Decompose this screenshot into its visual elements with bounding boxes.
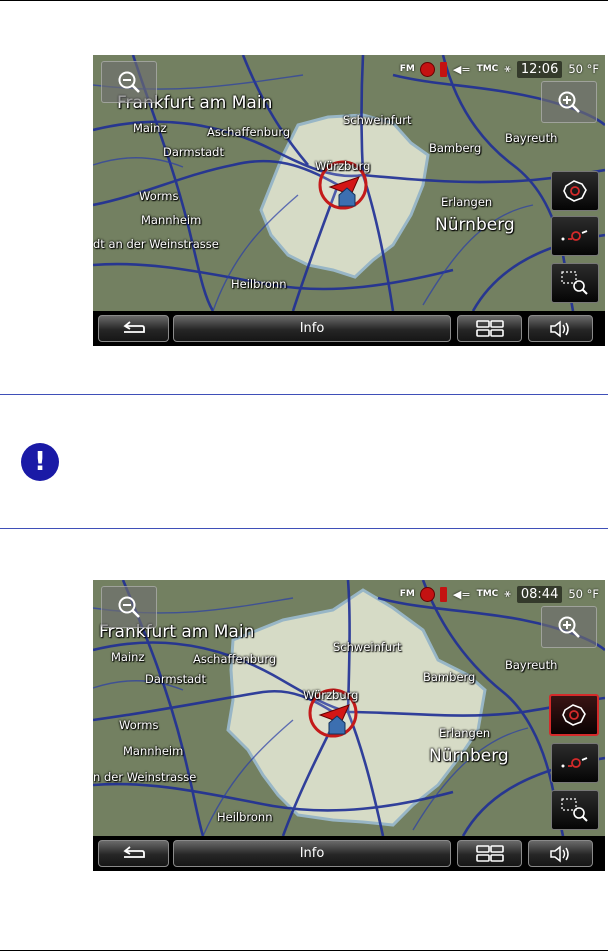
region-view-button[interactable] xyxy=(549,694,599,736)
temperature: 50 °F xyxy=(568,587,599,601)
section-divider-bottom xyxy=(0,528,608,529)
zoom-out-button[interactable] xyxy=(101,586,157,628)
back-arrow-icon xyxy=(123,321,145,333)
grid-menu-icon xyxy=(476,845,504,862)
zoom-out-icon xyxy=(118,71,140,93)
city-label-aschaffenburg: Aschaffenburg xyxy=(193,652,277,666)
zoom-in-icon xyxy=(558,91,580,113)
city-label-schweinfurt: Schweinfurt xyxy=(343,113,412,127)
navigation-screen-1: Frankfurt am Main Mainz Aschaffenburg Sc… xyxy=(93,55,605,346)
bottom-toolbar: Info xyxy=(93,836,605,871)
fm-indicator: FM xyxy=(399,64,415,74)
city-label-bamberg: Bamberg xyxy=(429,141,482,155)
volume-button[interactable] xyxy=(528,840,593,867)
city-label-bayreuth: Bayreuth xyxy=(505,658,558,672)
region-outline-icon xyxy=(562,704,586,726)
status-bar: FM ◀= TMC ⚹ 08:44 50 °F xyxy=(400,584,599,604)
city-label-mannheim: Mannheim xyxy=(141,213,202,227)
zoom-area-button[interactable] xyxy=(551,790,599,830)
page-top-rule xyxy=(0,0,608,1)
zoom-area-icon xyxy=(561,271,588,295)
speaker-volume-icon xyxy=(550,845,569,863)
navigation-screen-2: Frankfurt am Main Mainz Aschaffenburg Sc… xyxy=(93,580,605,871)
volume-button[interactable] xyxy=(528,315,593,342)
route-view-button[interactable] xyxy=(551,216,599,256)
grid-menu-icon xyxy=(476,320,504,337)
menu-button[interactable] xyxy=(457,840,522,867)
zoom-in-icon xyxy=(558,616,580,638)
tmc-indicator: TMC xyxy=(476,64,499,74)
no-signal-icon xyxy=(420,62,434,76)
status-bar: FM ◀= TMC ⚹ 12:06 50 °F xyxy=(400,59,599,79)
city-label-schweinfurt: Schweinfurt xyxy=(333,640,402,654)
info-button[interactable]: Info xyxy=(173,840,451,867)
phone-icon xyxy=(439,586,447,602)
city-label-weinstrasse: dt an der Weinstrasse xyxy=(93,237,219,251)
city-label-weinstrasse: n der Weinstrasse xyxy=(93,770,197,784)
bottom-toolbar: Info xyxy=(93,311,605,346)
region-view-button[interactable] xyxy=(551,171,599,211)
zoom-out-button[interactable] xyxy=(101,61,157,103)
zoom-area-button[interactable] xyxy=(551,263,599,303)
temperature: 50 °F xyxy=(568,62,599,76)
city-label-darmstadt: Darmstadt xyxy=(163,145,224,159)
city-label-worms: Worms xyxy=(119,718,159,732)
speaker-icon: ◀= xyxy=(452,62,471,76)
clock: 08:44 xyxy=(516,585,563,603)
route-icon xyxy=(561,230,588,241)
menu-button[interactable] xyxy=(457,315,522,342)
city-label-mannheim: Mannheim xyxy=(123,744,184,758)
exclamation-note-icon: ! xyxy=(21,443,59,481)
route-view-button[interactable] xyxy=(551,743,599,783)
route-icon xyxy=(561,757,588,768)
city-label-heilbronn: Heilbronn xyxy=(231,277,287,291)
region-outline-icon xyxy=(563,180,587,202)
gps-satellite-icon: ⚹ xyxy=(504,587,511,600)
city-label-bamberg: Bamberg xyxy=(423,670,476,684)
city-label-darmstadt: Darmstadt xyxy=(145,672,206,686)
speaker-icon: ◀= xyxy=(452,587,471,601)
city-label-bayreuth: Bayreuth xyxy=(505,131,558,145)
city-label-erlangen: Erlangen xyxy=(439,726,491,740)
tmc-indicator: TMC xyxy=(476,589,499,599)
back-button[interactable] xyxy=(98,840,169,867)
section-divider-top xyxy=(0,394,608,395)
city-label-mainz: Mainz xyxy=(133,121,167,135)
city-label-heilbronn: Heilbronn xyxy=(217,810,273,824)
back-arrow-icon xyxy=(123,846,145,858)
city-label-nurnberg: Nürnberg xyxy=(429,746,509,766)
zoom-out-icon xyxy=(118,596,140,618)
zoom-area-icon xyxy=(561,798,588,822)
city-label-worms: Worms xyxy=(139,189,179,203)
zoom-in-button[interactable] xyxy=(541,81,597,123)
city-label-nurnberg: Nürnberg xyxy=(435,215,515,235)
city-label-aschaffenburg: Aschaffenburg xyxy=(207,125,291,139)
city-label-wurzburg: Würzburg xyxy=(303,688,359,702)
back-button[interactable] xyxy=(98,315,169,342)
phone-icon xyxy=(439,61,447,77)
city-label-erlangen: Erlangen xyxy=(441,195,493,209)
city-label-mainz: Mainz xyxy=(111,650,145,664)
city-label-wurzburg: Würzburg xyxy=(315,159,371,173)
zoom-in-button[interactable] xyxy=(541,606,597,648)
map-view[interactable] xyxy=(93,580,605,836)
clock: 12:06 xyxy=(516,60,563,78)
fm-indicator: FM xyxy=(399,589,415,599)
speaker-volume-icon xyxy=(550,320,569,338)
info-button[interactable]: Info xyxy=(173,315,451,342)
no-signal-icon xyxy=(420,587,434,601)
gps-satellite-icon: ⚹ xyxy=(504,62,511,75)
